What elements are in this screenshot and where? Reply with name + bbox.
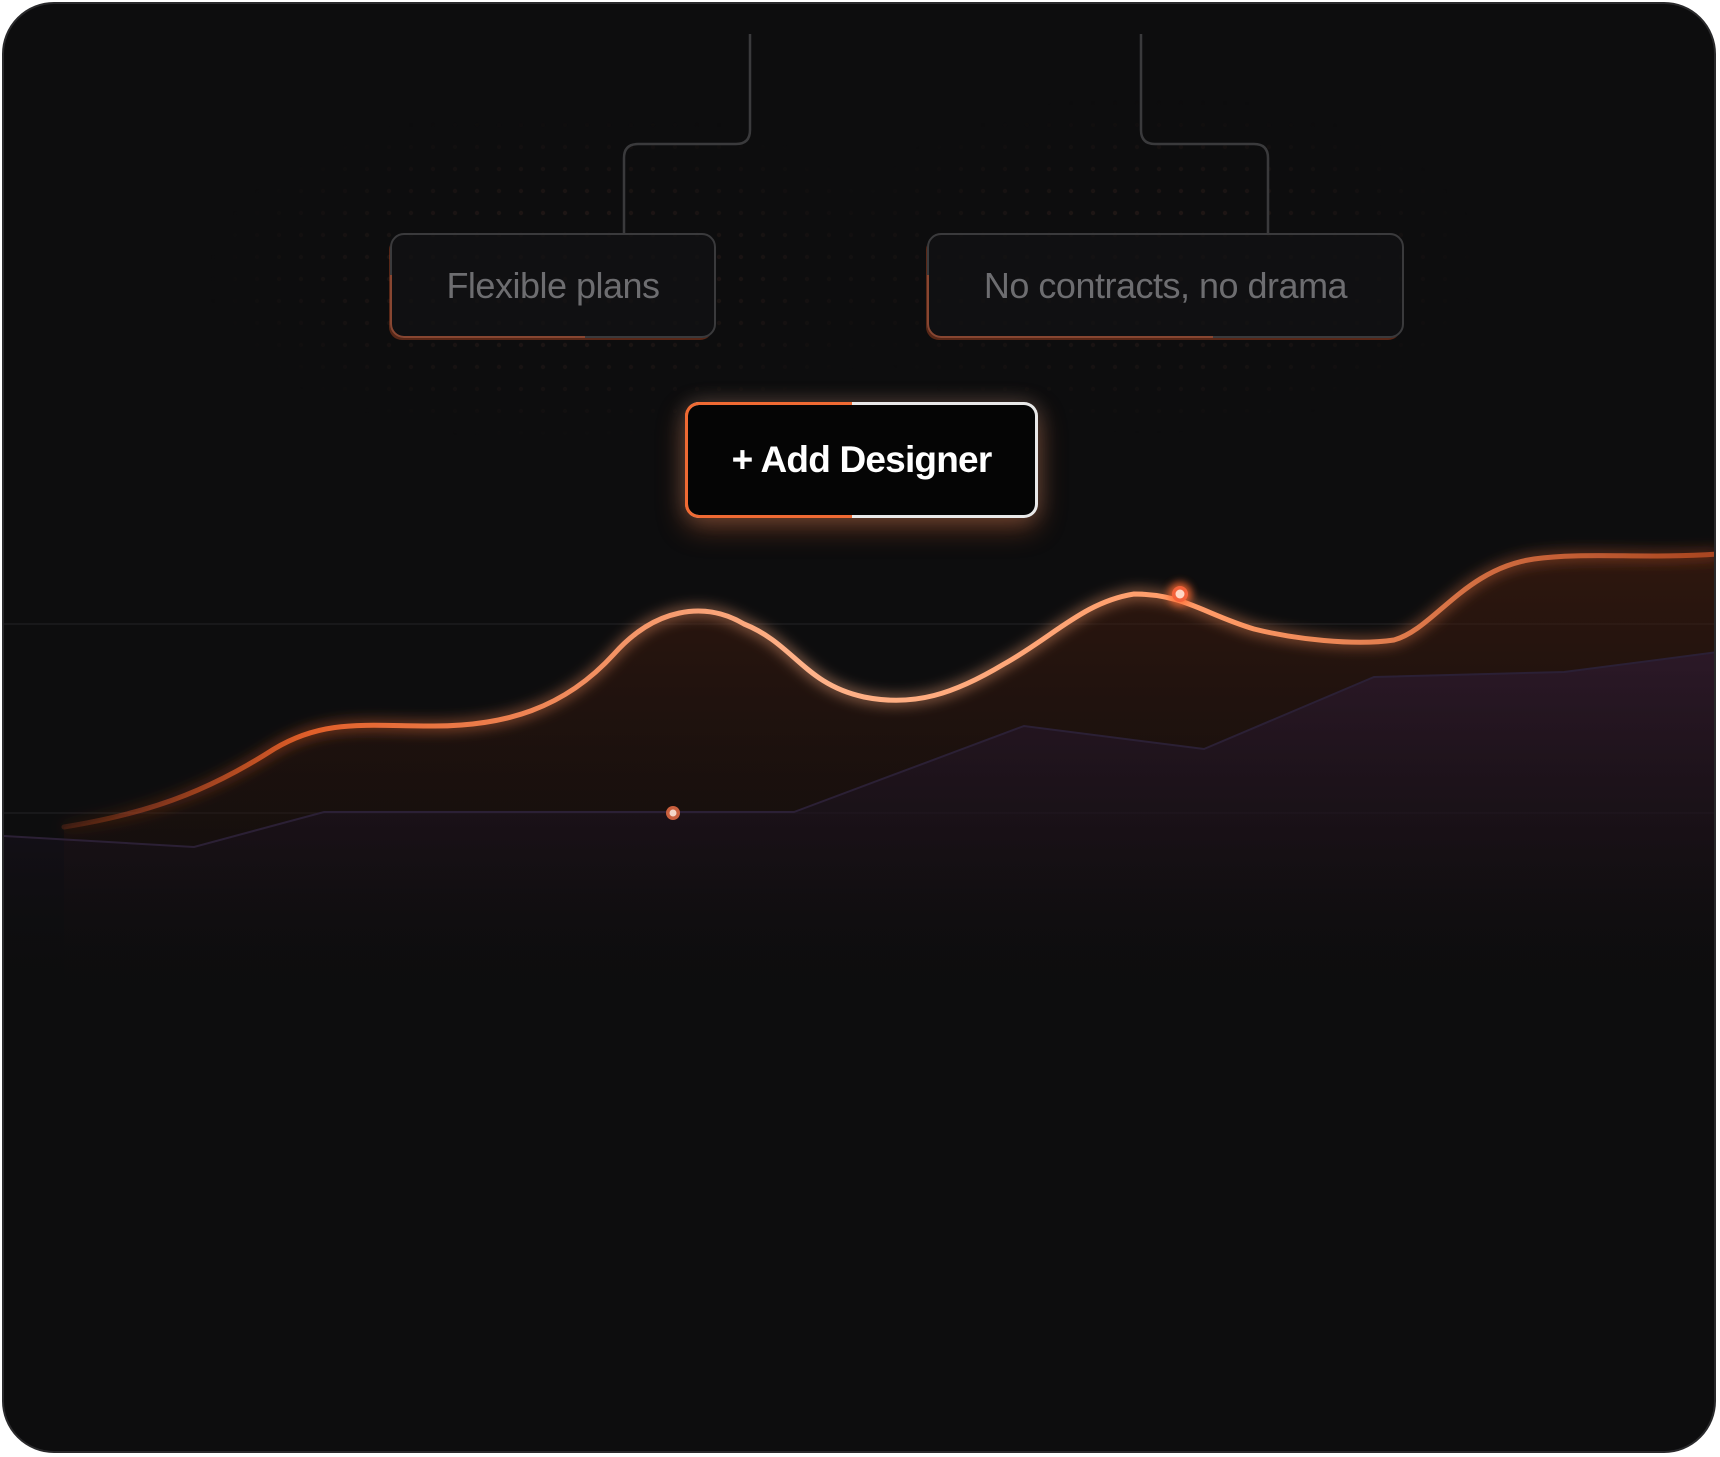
growth-chart bbox=[4, 551, 1714, 1004]
feature-card: Flexible plans No contracts, no drama + … bbox=[2, 2, 1716, 1453]
tag-label: Flexible plans bbox=[446, 264, 660, 306]
tag-label: No contracts, no drama bbox=[983, 264, 1348, 306]
add-designer-label: + Add Designer bbox=[731, 439, 993, 480]
tag-no-contracts: No contracts, no drama bbox=[927, 233, 1404, 338]
data-point-marker bbox=[1168, 582, 1192, 606]
add-designer-button[interactable]: + Add Designer bbox=[685, 402, 1038, 518]
tag-flexible-plans: Flexible plans bbox=[390, 233, 716, 338]
data-point-marker bbox=[666, 806, 680, 820]
